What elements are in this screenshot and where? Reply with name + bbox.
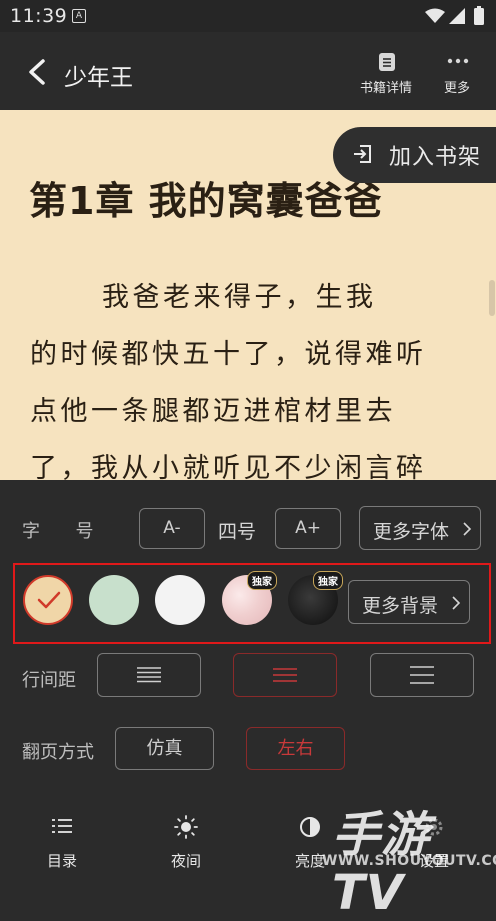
signal-icon [449, 8, 465, 24]
reading-area[interactable]: 第1章 我的窝囊爸爸 我爸老来得子，生我 的时候都快五十了，说得难听 点他一条腿… [0, 110, 496, 480]
loose-spacing-icon [410, 666, 434, 684]
nav-catalog-label: 目录 [46, 852, 77, 870]
status-bar: 11:39 A [0, 0, 496, 32]
list-icon [52, 819, 72, 833]
more-fonts-button[interactable]: 更多字体 [359, 506, 481, 550]
line-spacing-medium-button[interactable] [233, 653, 337, 697]
exclusive-badge: 独家 [247, 571, 277, 590]
medium-spacing-icon [273, 668, 297, 682]
chevron-right-icon [452, 596, 461, 610]
battery-icon [474, 6, 484, 25]
checkmark-icon [37, 591, 61, 609]
nav-night[interactable]: 夜间 [156, 812, 216, 872]
text-line: 点他一条腿都迈进棺材里去 [30, 396, 396, 427]
page-turn-slide-button[interactable]: 左右 [246, 727, 345, 770]
page-turn-simulate-button[interactable]: 仿真 [115, 727, 214, 770]
nav-catalog[interactable]: 目录 [32, 812, 92, 872]
watermark-url: WWW.SHOUYOUTV.COM [322, 853, 496, 869]
more-backgrounds-label: 更多背景 [362, 595, 439, 617]
background-swatch-green[interactable] [89, 575, 139, 625]
chapter-title: 第1章 我的窝囊爸爸 [29, 179, 383, 223]
brightness-icon [300, 817, 320, 837]
more-backgrounds-button[interactable]: 更多背景 [348, 580, 470, 624]
text-line: 了，我从小就听见不少闲言碎 [30, 453, 427, 480]
book-title: 少年王 [64, 65, 133, 91]
background-swatch-parchment[interactable] [23, 575, 73, 625]
more-button[interactable]: 更多 [434, 48, 482, 98]
text-line: 的时候都快五十了，说得难听 [30, 339, 427, 370]
font-size-label: 字 号 [22, 521, 102, 542]
line-spacing-label: 行间距 [22, 670, 76, 691]
background-swatch-white[interactable] [155, 575, 205, 625]
more-dots-icon [447, 58, 469, 64]
nav-night-label: 夜间 [170, 852, 201, 870]
current-font-size: 四号 [218, 521, 257, 543]
line-spacing-tight-button[interactable] [97, 653, 201, 697]
scroll-indicator [489, 280, 495, 316]
page-turn-label: 翻页方式 [22, 742, 94, 763]
more-fonts-label: 更多字体 [373, 521, 450, 543]
exclusive-badge: 独家 [313, 571, 343, 590]
line-spacing-loose-button[interactable] [370, 653, 474, 697]
top-bar: 少年王 书籍详情 更多 [0, 32, 496, 110]
font-decrease-button[interactable]: A- [139, 508, 205, 549]
more-label: 更多 [444, 81, 471, 96]
notification-icon: A [72, 9, 86, 23]
book-detail-button[interactable]: 书籍详情 [356, 48, 420, 98]
text-line: 我爸老来得子，生我 [102, 282, 377, 313]
chevron-left-icon[interactable] [26, 58, 48, 86]
font-increase-button[interactable]: A+ [275, 508, 341, 549]
wifi-icon [425, 8, 445, 23]
sun-icon [174, 815, 198, 839]
book-detail-label: 书籍详情 [360, 81, 413, 96]
add-to-shelf-button[interactable]: 加入书架 [333, 127, 496, 183]
tight-spacing-icon [137, 667, 161, 683]
document-icon [379, 53, 395, 71]
add-shelf-label: 加入书架 [389, 145, 482, 170]
chevron-right-icon [463, 522, 472, 536]
status-time: 11:39 [10, 5, 68, 27]
add-shelf-icon [354, 145, 371, 163]
